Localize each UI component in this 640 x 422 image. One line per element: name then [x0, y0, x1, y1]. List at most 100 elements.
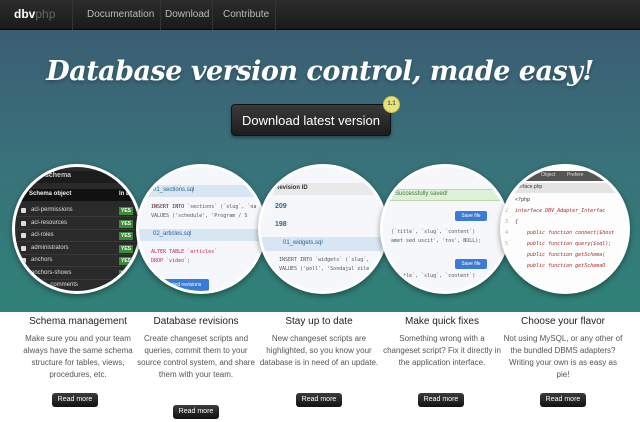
feature-title: Schema management [29, 316, 127, 327]
status-badge: YES [119, 244, 133, 253]
save-file-button[interactable]: Save file [455, 259, 487, 269]
version-badge: 1.1 [383, 96, 400, 113]
schema-row[interactable]: anchors-shows YES [15, 268, 139, 280]
row-checkbox[interactable] [21, 258, 26, 263]
nav-divider [212, 0, 213, 30]
nav-divider [275, 0, 276, 30]
status-badge: YES [119, 232, 133, 240]
nav-documentation[interactable]: Documentation [87, 9, 154, 20]
nav-contribute[interactable]: Contribute [223, 9, 269, 20]
row-checkbox[interactable] [21, 245, 26, 251]
nav-divider [160, 0, 161, 30]
row-checkbox[interactable] [21, 208, 26, 213]
flavor-screenshot: Object Prefere Interface.php ✕ 1 <?php 2 in… [500, 164, 630, 294]
revisions-screenshot: 01_sections.sql INSERT INTO INSERT INTO … [136, 164, 266, 294]
schema-header: Schema object [29, 191, 72, 197]
feature-title: Stay up to date [285, 316, 353, 327]
sql-code-line: (`title`, `slug`, `content`) [391, 229, 476, 235]
revision-code-line: ALTER TABLE `articles` [151, 249, 218, 255]
line-number: 1 [505, 197, 509, 203]
save-file-button[interactable]: Save file [455, 211, 487, 221]
feature-description: Create changeset scripts and queries, co… [137, 334, 255, 379]
feature-schema: Schema management Make sure you and your… [18, 316, 138, 381]
revision-id[interactable]: 209 [275, 203, 287, 210]
status-badge: YES [119, 207, 133, 215]
feature-description: Make sure you and your team always have … [23, 334, 133, 379]
brand-logo[interactable]: dbvphp [14, 7, 55, 21]
page-headline: Database version control, made easy! [46, 56, 594, 87]
feature-description: New changeset scripts are highlighted, s… [259, 334, 379, 367]
sql-code-line: NULL); [391, 282, 410, 288]
read-more-button[interactable]: Read more [52, 393, 98, 407]
schema-header-indb: In DB [119, 191, 135, 197]
code-line: public function query($sql); [527, 241, 612, 247]
code-line: <?php [515, 197, 531, 203]
line-number: 5 [505, 241, 509, 247]
feature-quickfixes: Make quick fixes Something wrong with a … [382, 316, 502, 369]
schema-screenshot: schema Schema object In DB acl-permissio… [12, 164, 142, 294]
navbar: dbvphp Documentation Download Contribute [0, 0, 640, 30]
editor-file-tab[interactable]: Interface.php [513, 184, 542, 190]
revision-id[interactable]: 198 [275, 221, 287, 228]
schema-object-name: administrators [31, 244, 69, 251]
code-line: public function getSchema( [527, 252, 606, 258]
read-more-button[interactable]: Read more [540, 393, 586, 407]
row-checkbox[interactable] [21, 270, 26, 276]
download-button[interactable]: Download latest version [231, 104, 391, 136]
schema-row[interactable]: anchors YES [15, 255, 139, 267]
schema-row[interactable]: article_comments YES [15, 280, 139, 291]
schema-object-name: anchors-shows [31, 269, 72, 276]
nav-download[interactable]: Download [165, 9, 209, 20]
run-revisions-button[interactable]: Selected revisions [153, 279, 209, 291]
editor-tab[interactable]: Prefere [567, 172, 583, 178]
sql-code-line: amet sed uscit', 'tos', NULL); [391, 238, 482, 244]
schema-object-name: acl-roles [31, 232, 54, 238]
uptodate-screenshot: Revision ID 209 198 01_widgets.sql INSER… [258, 164, 388, 294]
code-line: public function connect($host [527, 230, 615, 236]
revision-code-line: INSERT INTO `sections` (`slug`, `na [151, 204, 257, 210]
close-icon[interactable]: ✕ [613, 184, 618, 191]
read-more-button[interactable]: Read more [418, 393, 464, 407]
nav-divider [72, 0, 73, 30]
revision-code-line: DROP `video`; [151, 258, 191, 264]
feature-description: Not using MySQL, or any other of the bun… [503, 334, 623, 379]
read-more-button[interactable]: Read more [296, 393, 342, 407]
schema-object-name: acl-resources [31, 219, 68, 226]
feature-title: Make quick fixes [405, 316, 479, 327]
editor-tab[interactable]: Object [541, 172, 555, 178]
revision-file-2: 02_articles.sql [153, 231, 192, 237]
line-number: 3 [505, 219, 509, 225]
line-number: 7 [505, 263, 509, 269]
line-number: 6 [505, 252, 509, 258]
feature-title: Database revisions [153, 316, 239, 327]
row-checkbox[interactable] [21, 233, 26, 238]
schema-row[interactable]: acl-resources YES [15, 218, 139, 230]
revision-file: 01_widgets.sql [283, 240, 323, 246]
status-badge: YES [119, 269, 133, 278]
schema-row[interactable]: acl-permissions YES [15, 205, 139, 217]
code-line: public function getSchemaO [527, 263, 606, 269]
schema-object-name: anchors [31, 257, 53, 263]
quickfix-screenshot: Successfully saved! Save file (`title`, … [380, 164, 510, 294]
line-number: 4 [505, 230, 509, 236]
sql-code-line: (`title`, `slug`, `content`) [391, 273, 476, 279]
feature-description: Something wrong with a changeset script?… [383, 334, 501, 367]
revision-code-line: VALUES ('schedule', 'Program / S [151, 213, 248, 219]
read-more-button[interactable]: Read more [173, 405, 219, 419]
schema-row[interactable]: administrators YES [15, 243, 139, 255]
feature-uptodate: Stay up to date New changeset scripts ar… [259, 316, 379, 369]
feature-flavor: Choose your flavor Not using MySQL, or a… [503, 316, 623, 381]
row-checkbox[interactable] [21, 220, 26, 226]
status-badge: YES [119, 219, 133, 228]
revision-file-1: 01_sections.sql [153, 187, 195, 193]
schema-object-name: acl-permissions [31, 207, 73, 213]
row-checkbox[interactable] [21, 283, 26, 288]
status-badge: YES [119, 282, 133, 290]
code-line: interface DBV_Adapter_Interfac [515, 208, 606, 214]
schema-panel-title: schema [45, 172, 72, 179]
schema-row[interactable]: acl-roles YES [15, 230, 139, 242]
feature-revisions: Database revisions Create changeset scri… [136, 316, 256, 381]
revision-code-line: INSERT INTO `widgets` (`slug`, [279, 257, 370, 263]
status-badge: YES [119, 257, 133, 265]
code-line: { [515, 219, 519, 225]
